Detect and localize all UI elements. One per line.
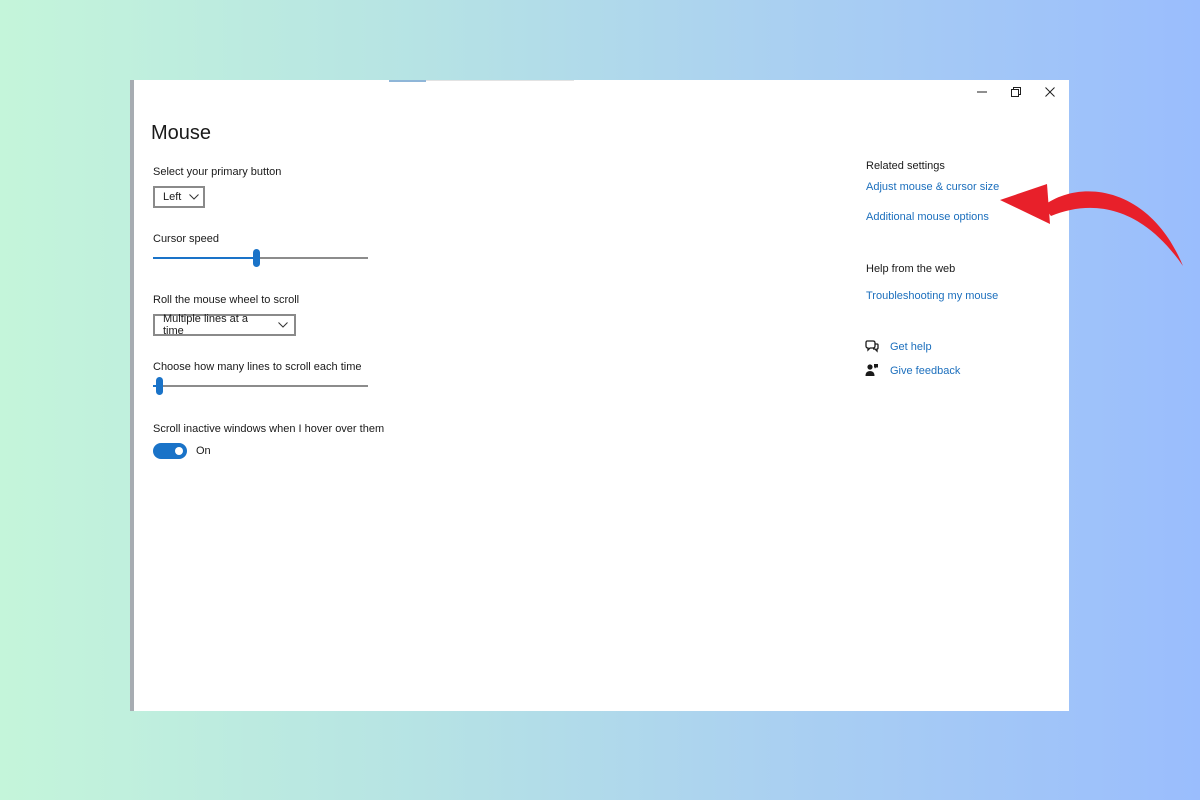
related-settings-heading: Related settings	[866, 160, 945, 172]
chevron-down-icon	[278, 322, 288, 328]
title-bar-accent	[389, 80, 426, 82]
lines-to-scroll-thumb[interactable]	[156, 377, 163, 395]
wheel-scroll-value: Multiple lines at a time	[163, 313, 248, 337]
page-title: Mouse	[151, 122, 212, 144]
close-icon	[1045, 84, 1055, 102]
adjust-mouse-cursor-size-link[interactable]: Adjust mouse & cursor size	[866, 181, 999, 193]
additional-mouse-options-link[interactable]: Additional mouse options	[866, 211, 989, 223]
feedback-person-icon	[865, 363, 879, 377]
cursor-speed-label: Cursor speed	[153, 233, 220, 245]
scroll-inactive-toggle[interactable]	[153, 443, 187, 459]
cursor-speed-fill	[153, 257, 256, 259]
cursor-speed-thumb[interactable]	[253, 249, 260, 267]
minimize-icon	[977, 84, 987, 102]
give-feedback-link[interactable]: Give feedback	[890, 365, 960, 377]
wheel-scroll-dropdown[interactable]: Multiple lines at a time	[153, 313, 296, 337]
minimize-button[interactable]	[965, 82, 999, 104]
scroll-inactive-label: Scroll inactive windows when I hover ove…	[153, 423, 385, 435]
close-button[interactable]	[1033, 82, 1067, 104]
chevron-down-icon	[189, 194, 200, 200]
get-help-link[interactable]: Get help	[890, 341, 932, 353]
primary-button-dropdown[interactable]: Left	[153, 186, 205, 208]
restore-button[interactable]	[999, 82, 1033, 104]
title-bar-divider	[426, 80, 574, 81]
annotation-arrow-icon	[1000, 184, 1183, 266]
chat-bubble-icon	[865, 339, 879, 353]
wheel-scroll-label: Roll the mouse wheel to scroll	[153, 294, 300, 306]
help-from-web-heading: Help from the web	[866, 263, 956, 275]
restore-icon	[1011, 84, 1021, 102]
lines-to-scroll-track	[153, 385, 368, 387]
cursor-speed-slider[interactable]	[153, 248, 368, 268]
scroll-inactive-state: On	[196, 445, 211, 457]
lines-to-scroll-label: Choose how many lines to scroll each tim…	[153, 361, 362, 373]
troubleshooting-link[interactable]: Troubleshooting my mouse	[866, 290, 998, 302]
settings-window: Mouse Select your primary button Left Cu…	[130, 80, 1069, 711]
primary-button-label: Select your primary button	[153, 166, 282, 178]
lines-to-scroll-slider[interactable]	[153, 376, 368, 396]
toggle-knob	[175, 447, 183, 455]
primary-button-value: Left	[163, 191, 182, 203]
